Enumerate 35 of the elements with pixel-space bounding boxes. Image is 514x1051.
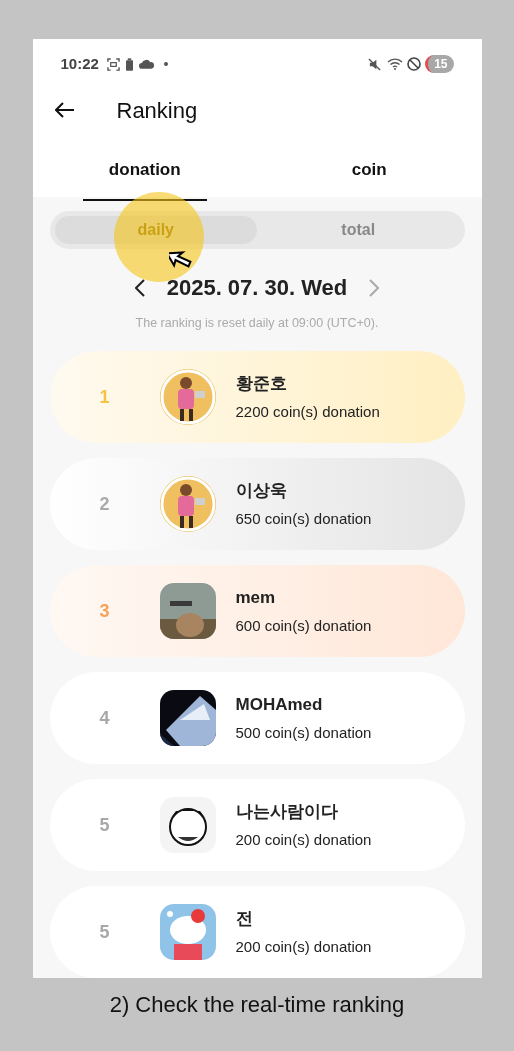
previous-date-icon[interactable] (134, 278, 145, 297)
user-name: 나는사람이다 (235, 801, 339, 823)
wifi-icon (387, 58, 404, 70)
donation-amount: 650 coin(s) donation (235, 508, 372, 529)
page-title: Ranking (116, 96, 198, 125)
donation-amount: 2200 coin(s) donation (235, 401, 380, 422)
status-time: 10:22 (60, 53, 99, 74)
notification-badge: 15 (425, 55, 454, 73)
reset-note: The ranking is reset daily at 09:00 (UTC+0). (134, 315, 380, 333)
date-label: 2025. 07. 30. Wed (166, 274, 348, 303)
user-name: 이상욱 (235, 480, 288, 502)
cloud-icon (138, 59, 154, 69)
back-arrow-icon[interactable] (54, 102, 75, 118)
do-not-disturb-icon (407, 57, 422, 71)
mute-icon (368, 57, 382, 71)
rank-number: 1 (98, 385, 111, 409)
donation-amount: 600 coin(s) donation (235, 615, 372, 636)
rank-number: 5 (98, 920, 111, 944)
screenshot-icon (106, 57, 120, 71)
rank-number: 5 (98, 813, 111, 837)
donation-amount: 200 coin(s) donation (235, 936, 372, 957)
user-name: mem (235, 587, 277, 609)
user-name: 황준호 (235, 373, 288, 395)
rank-number: 2 (98, 492, 111, 516)
battery-icon (125, 57, 133, 71)
donation-amount: 200 coin(s) donation (235, 829, 372, 850)
user-name: MOHAmed (235, 694, 324, 716)
rank-number: 4 (98, 706, 111, 730)
caption: 2) Check the real-time ranking (109, 991, 405, 1019)
rank-number: 3 (98, 599, 111, 623)
donation-amount: 500 coin(s) donation (235, 722, 372, 743)
dot-icon (163, 62, 168, 66)
user-name: 전 (235, 908, 254, 930)
category-tab[interactable]: coin (325, 157, 413, 201)
category-tab[interactable]: donation (82, 157, 207, 201)
